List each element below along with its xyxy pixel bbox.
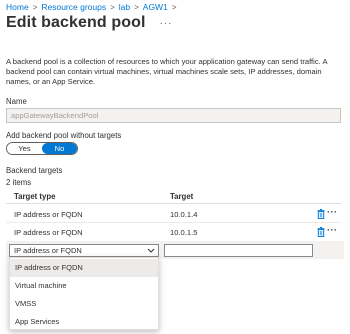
title-row: Edit backend pool ···	[6, 14, 173, 32]
page-description: A backend pool is a collection of resour…	[6, 57, 328, 86]
backend-targets-count: 2 items	[6, 178, 32, 187]
dropdown-option-virtual-machine[interactable]: Virtual machine	[10, 277, 158, 295]
without-targets-toggle[interactable]: Yes No	[6, 142, 78, 155]
breadcrumb-separator-icon: >	[171, 2, 177, 12]
breadcrumb-resource-groups[interactable]: Resource groups	[41, 2, 106, 12]
backend-targets-label: Backend targets	[6, 166, 63, 175]
trash-icon[interactable]	[317, 227, 325, 237]
row-2-target-type: IP address or FQDN	[14, 228, 83, 237]
breadcrumb-home[interactable]: Home	[6, 2, 29, 12]
row-1-more-icon[interactable]: ···	[327, 207, 338, 217]
row-2-target: 10.0.1.5	[170, 228, 198, 237]
breadcrumb-agw1[interactable]: AGW1	[143, 2, 168, 12]
dropdown-option-vmss[interactable]: VMSS	[10, 295, 158, 313]
row-2-more-icon[interactable]: ···	[327, 225, 338, 235]
toggle-no-option[interactable]: No	[42, 143, 77, 154]
without-targets-label: Add backend pool without targets	[6, 131, 122, 140]
header-divider	[6, 203, 341, 204]
name-field[interactable]	[6, 108, 341, 123]
dropdown-option-app-services[interactable]: App Services	[10, 313, 158, 331]
target-input[interactable]	[164, 244, 313, 257]
more-options-icon[interactable]: ···	[160, 18, 173, 29]
chevron-down-icon	[147, 248, 155, 253]
breadcrumb: Home > Resource groups > lab > AGW1 >	[6, 2, 180, 12]
page-title: Edit backend pool	[6, 14, 146, 31]
row-1-target-type: IP address or FQDN	[14, 210, 83, 219]
target-type-select[interactable]: IP address or FQDN	[9, 244, 159, 257]
target-type-select-value: IP address or FQDN	[14, 246, 82, 255]
target-type-dropdown: IP address or FQDN Virtual machine VMSS …	[9, 257, 159, 330]
breadcrumb-separator-icon: >	[134, 2, 139, 12]
row-divider	[6, 222, 341, 223]
trash-icon[interactable]	[317, 209, 325, 219]
name-label: Name	[6, 97, 27, 106]
row-1-target: 10.0.1.4	[170, 210, 198, 219]
breadcrumb-separator-icon: >	[110, 2, 115, 12]
toggle-yes-option[interactable]: Yes	[7, 143, 42, 154]
column-header-target-type: Target type	[14, 192, 56, 201]
breadcrumb-separator-icon: >	[32, 2, 38, 12]
column-header-target: Target	[170, 192, 194, 201]
dropdown-option-ip-address[interactable]: IP address or FQDN	[10, 259, 158, 277]
breadcrumb-lab[interactable]: lab	[119, 2, 130, 12]
